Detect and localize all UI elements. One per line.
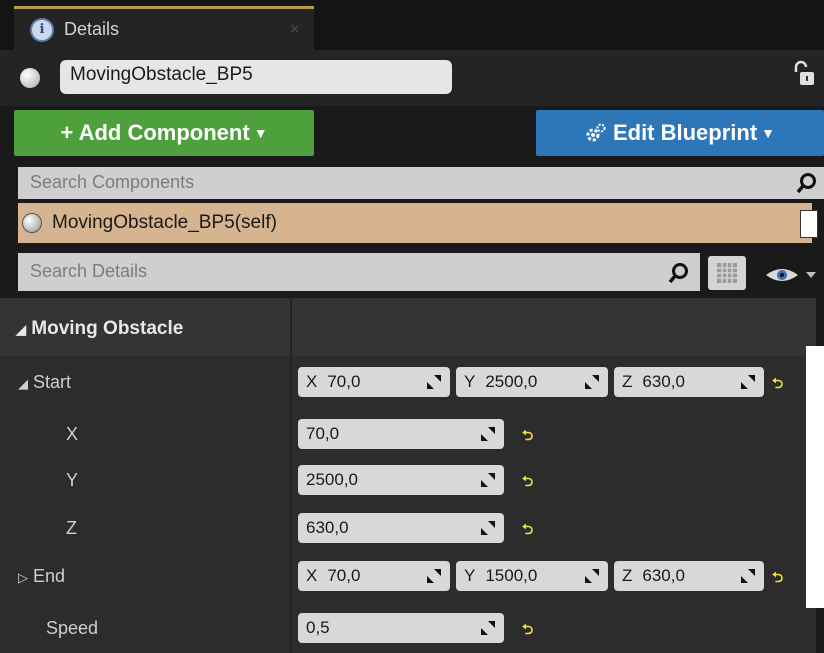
components-scrollbar[interactable] — [800, 210, 818, 238]
start-label-text: Start — [33, 372, 72, 392]
add-component-label: + Add Component — [60, 120, 250, 145]
property-start-x-label: X — [66, 424, 79, 444]
chevron-down-icon: ▼ — [761, 125, 776, 141]
start-x-value-field[interactable]: 70,0 — [298, 419, 504, 449]
end-label-text: End — [33, 566, 66, 586]
search-details-placeholder: Search Details — [30, 261, 148, 281]
edit-blueprint-button[interactable]: Edit Blueprint ▼ — [536, 110, 824, 156]
start-z-sub-value: 630,0 — [306, 518, 349, 537]
category-label: ◢ Moving Obstacle — [16, 318, 183, 340]
tab-details[interactable]: i Details × — [14, 6, 314, 50]
start-z-field[interactable]: Z 630,0 — [614, 367, 764, 397]
reset-to-default-icon[interactable]: ⮌ — [522, 425, 533, 449]
tab-title: Details — [64, 19, 120, 39]
reset-to-default-icon[interactable]: ⮌ — [522, 471, 533, 495]
component-self-item[interactable]: MovingObstacle_BP5(self) — [18, 203, 812, 243]
reset-to-default-icon[interactable]: ⮌ — [522, 519, 533, 543]
start-y-sub-value: 2500,0 — [306, 470, 358, 489]
chevron-down-icon: ▼ — [253, 125, 268, 141]
collapsed-triangle-icon: ▷ — [18, 570, 28, 585]
eye-icon[interactable] — [762, 262, 820, 288]
drag-spin-icon — [427, 375, 441, 389]
property-start-y-label: Y — [66, 470, 79, 490]
close-icon[interactable]: × — [289, 19, 300, 40]
property-end-label[interactable]: ▷ End — [18, 566, 65, 587]
axis-prefix: Z — [622, 372, 633, 391]
end-z-field[interactable]: Z 630,0 — [614, 561, 764, 591]
reset-to-default-icon[interactable]: ⮌ — [522, 619, 533, 643]
property-start-label[interactable]: ◢ Start — [18, 372, 71, 393]
expand-triangle-icon: ◢ — [18, 376, 28, 391]
end-y-value: 1500,0 — [485, 566, 538, 585]
expand-triangle-icon: ◢ — [16, 322, 26, 337]
axis-prefix: Z — [622, 566, 633, 585]
start-y-field[interactable]: Y 2500,0 — [456, 367, 608, 397]
start-x-value: 70,0 — [327, 372, 361, 391]
search-details-input[interactable]: Search Details — [18, 253, 700, 291]
add-component-button[interactable]: + Add Component ▼ — [14, 110, 314, 156]
start-x-sub-value: 70,0 — [306, 424, 340, 443]
padlock-open-icon[interactable] — [792, 60, 816, 88]
end-x-field[interactable]: X 70,0 — [298, 561, 450, 591]
end-y-field[interactable]: Y 1500,0 — [456, 561, 608, 591]
drag-spin-icon — [427, 569, 441, 583]
edit-blueprint-label: Edit Blueprint — [612, 120, 758, 145]
start-y-value: 2500,0 — [485, 372, 538, 391]
search-components-input[interactable]: Search Components — [18, 167, 824, 199]
details-scrollbar[interactable] — [806, 346, 824, 608]
magnifier-icon[interactable] — [668, 262, 690, 284]
actor-name-field[interactable]: MovingObstacle_BP5 — [60, 60, 452, 94]
property-start-z-label: Z — [66, 518, 77, 538]
speed-field[interactable]: 0,5 — [298, 613, 504, 643]
drag-spin-icon — [481, 427, 495, 441]
property-speed-label: Speed — [46, 618, 99, 638]
drag-spin-icon — [741, 375, 755, 389]
reset-to-default-icon[interactable]: ⮌ — [772, 567, 783, 591]
drag-spin-icon — [481, 473, 495, 487]
axis-prefix: X — [306, 372, 318, 391]
gears-icon — [586, 123, 606, 142]
end-z-value: 630,0 — [642, 566, 685, 585]
component-self-label: MovingObstacle_BP5(self) — [52, 212, 277, 233]
reset-to-default-icon[interactable]: ⮌ — [772, 373, 783, 397]
search-components-placeholder: Search Components — [30, 172, 195, 192]
drag-spin-icon — [741, 569, 755, 583]
drag-spin-icon — [481, 521, 495, 535]
start-z-value: 630,0 — [642, 372, 685, 391]
actor-sphere-icon — [20, 68, 40, 88]
category-title: Moving Obstacle — [31, 318, 184, 339]
drag-spin-icon — [481, 621, 495, 635]
start-y-value-field[interactable]: 2500,0 — [298, 465, 504, 495]
axis-prefix: X — [306, 566, 318, 585]
end-x-value: 70,0 — [327, 566, 361, 585]
axis-prefix: Y — [464, 566, 476, 585]
column-divider[interactable] — [290, 298, 292, 653]
grid-view-button[interactable] — [708, 256, 746, 290]
start-x-field[interactable]: X 70,0 — [298, 367, 450, 397]
start-z-value-field[interactable]: 630,0 — [298, 513, 504, 543]
speed-value: 0,5 — [306, 618, 330, 637]
axis-prefix: Y — [464, 372, 476, 391]
magnifier-icon[interactable] — [796, 172, 818, 194]
details-info-icon: i — [30, 17, 54, 42]
grid-view-icon — [717, 263, 737, 283]
drag-spin-icon — [585, 375, 599, 389]
actor-sphere-icon — [22, 213, 42, 233]
drag-spin-icon — [585, 569, 599, 583]
